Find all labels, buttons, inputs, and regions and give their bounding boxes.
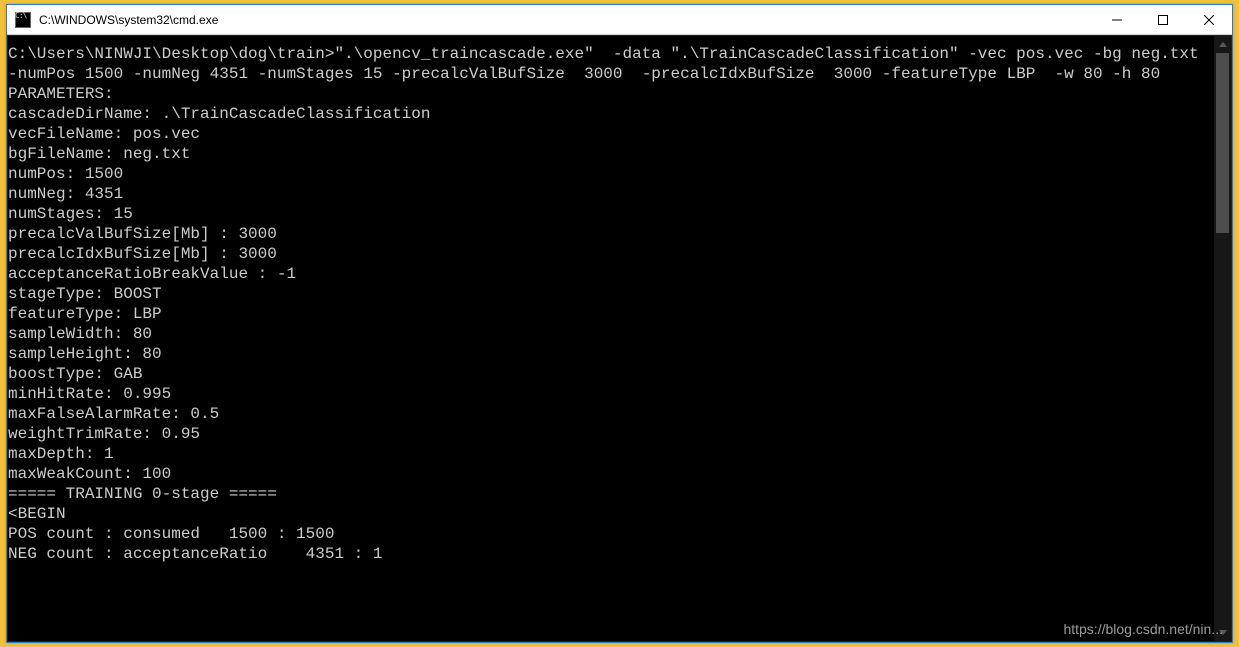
param-weightTrimRate: weightTrimRate: 0.95 <box>8 424 1214 444</box>
terminal-area: C:\Users\NINWJI\Desktop\dog\train>".\ope… <box>7 35 1232 642</box>
param-vecFileName: vecFileName: pos.vec <box>8 124 1214 144</box>
stage-header: ===== TRAINING 0-stage ===== <box>8 484 1214 504</box>
scroll-down-button[interactable] <box>1214 624 1231 641</box>
terminal-output[interactable]: C:\Users\NINWJI\Desktop\dog\train>".\ope… <box>8 36 1214 641</box>
param-sampleHeight: sampleHeight: 80 <box>8 344 1214 364</box>
param-numPos: numPos: 1500 <box>8 164 1214 184</box>
close-button[interactable] <box>1186 5 1232 34</box>
param-maxFalseAlarmRate: maxFalseAlarmRate: 0.5 <box>8 404 1214 424</box>
maximize-button[interactable] <box>1140 5 1186 34</box>
vertical-scrollbar[interactable] <box>1214 36 1231 641</box>
param-stageType: stageType: BOOST <box>8 284 1214 304</box>
chevron-up-icon <box>1219 42 1227 47</box>
prompt-text: C:\Users\NINWJI\Desktop\dog\train> <box>8 45 334 63</box>
param-cascadeDirName: cascadeDirName: .\TrainCascadeClassifica… <box>8 104 1214 124</box>
window-title: C:\WINDOWS\system32\cmd.exe <box>39 13 1094 27</box>
param-boostType: boostType: GAB <box>8 364 1214 384</box>
maximize-icon <box>1158 15 1168 25</box>
params-header: PARAMETERS: <box>8 84 1214 104</box>
param-maxWeakCount: maxWeakCount: 100 <box>8 464 1214 484</box>
cmd-icon <box>15 12 31 28</box>
param-numStages: numStages: 15 <box>8 204 1214 224</box>
param-bgFileName: bgFileName: neg.txt <box>8 144 1214 164</box>
scroll-up-button[interactable] <box>1214 36 1231 53</box>
param-maxDepth: maxDepth: 1 <box>8 444 1214 464</box>
close-icon <box>1204 15 1214 25</box>
window-controls <box>1094 5 1232 34</box>
param-featureType: featureType: LBP <box>8 304 1214 324</box>
param-acceptanceRatioBreakValue: acceptanceRatioBreakValue : -1 <box>8 264 1214 284</box>
param-precalcValBufSize: precalcValBufSize[Mb] : 3000 <box>8 224 1214 244</box>
titlebar[interactable]: C:\WINDOWS\system32\cmd.exe <box>7 5 1232 35</box>
chevron-down-icon <box>1219 630 1227 635</box>
command-line: C:\Users\NINWJI\Desktop\dog\train>".\ope… <box>8 44 1214 84</box>
scrollbar-track[interactable] <box>1214 53 1231 624</box>
param-sampleWidth: sampleWidth: 80 <box>8 324 1214 344</box>
pos-count: POS count : consumed 1500 : 1500 <box>8 524 1214 544</box>
param-numNeg: numNeg: 4351 <box>8 184 1214 204</box>
minimize-icon <box>1112 15 1122 25</box>
begin-marker: <BEGIN <box>8 504 1214 524</box>
cmd-window: C:\WINDOWS\system32\cmd.exe C:\Users\NIN… <box>6 4 1233 643</box>
param-precalcIdxBufSize: precalcIdxBufSize[Mb] : 3000 <box>8 244 1214 264</box>
minimize-button[interactable] <box>1094 5 1140 34</box>
neg-count: NEG count : acceptanceRatio 4351 : 1 <box>8 544 1214 564</box>
param-minHitRate: minHitRate: 0.995 <box>8 384 1214 404</box>
scrollbar-thumb[interactable] <box>1216 53 1229 233</box>
